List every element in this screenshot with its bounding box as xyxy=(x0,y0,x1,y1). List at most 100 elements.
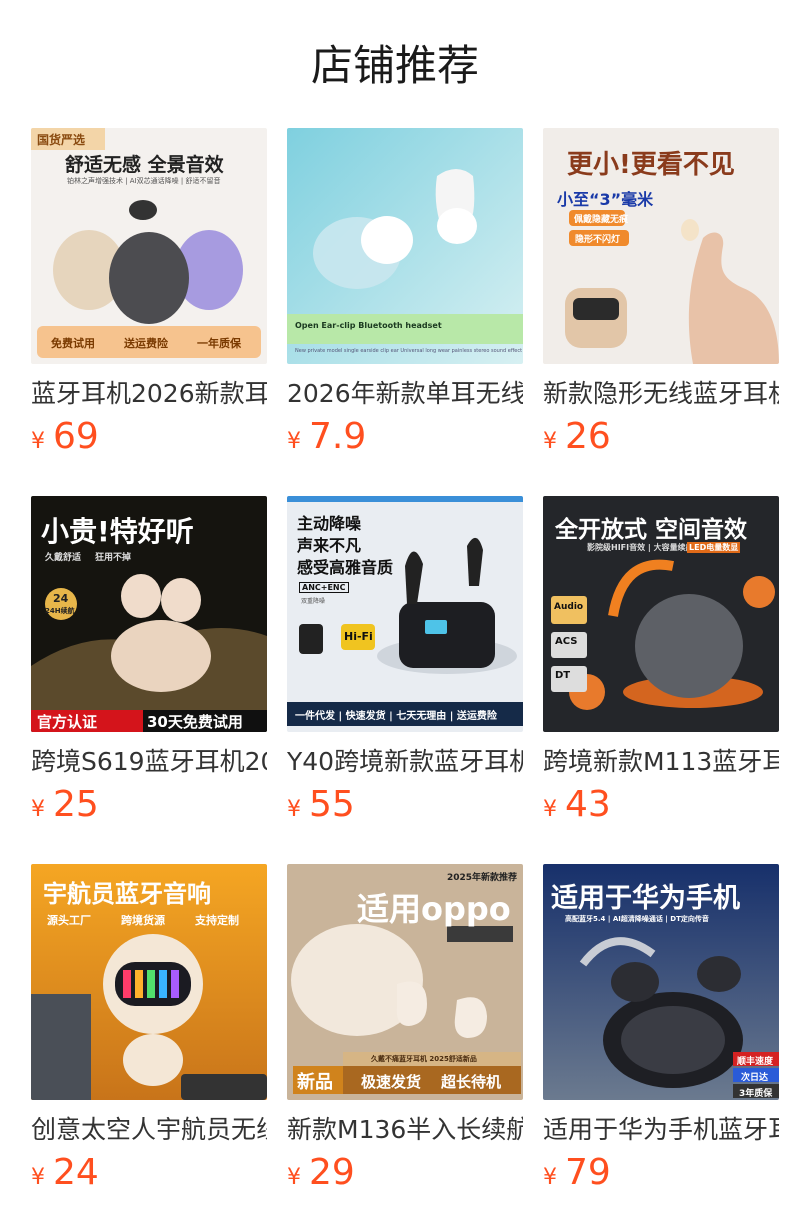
currency-symbol: ¥ xyxy=(31,429,45,454)
image-tag: 支持定制 xyxy=(195,914,239,927)
price-value: 25 xyxy=(53,784,99,825)
product-name[interactable]: 新款隐形无线蓝牙耳机迷你 xyxy=(543,374,779,414)
product-image[interactable]: 更小!更看不见 小至“3”毫米 佩戴隐藏无痕 隐形不闪灯 xyxy=(543,128,779,364)
currency-symbol: ¥ xyxy=(31,1165,45,1190)
image-caption: Open Ear-clip Bluetooth headset xyxy=(295,321,442,330)
currency-symbol: ¥ xyxy=(543,797,557,822)
product-card[interactable]: 宇航员蓝牙音响 源头工厂 跨境货源 支持定制 创意太空人宇航员无线蓝牙音响 ¥2… xyxy=(31,864,267,1193)
image-headline: 小贵!特好听 xyxy=(41,515,194,548)
currency-symbol: ¥ xyxy=(287,429,301,454)
image-tag: 30天免费试用 xyxy=(147,713,243,731)
product-name[interactable]: 跨境S619蓝牙耳机2026新款 xyxy=(31,742,267,782)
image-tag: 免费试用 xyxy=(51,337,95,350)
image-service-bar: 一件代发 | 快速发货 | 七天无理由 | 送运费险 xyxy=(295,711,497,722)
product-image[interactable]: 主动降噪 声来不凡 感受高雅音质 ANC+ENC 双重降噪 Hi-Fi 一件代发… xyxy=(287,496,523,732)
product-price: ¥25 xyxy=(31,782,99,828)
product-price: ¥24 xyxy=(31,1150,99,1196)
image-feature: 狂用不掉 xyxy=(95,553,132,563)
price-value: 24 xyxy=(53,1152,99,1193)
image-headline: 宇航员蓝牙音响 xyxy=(43,880,211,908)
product-image[interactable]: 国货严选 舒适无感 全景音效 铂林之声增强技术 | AI双芯通话降噪 | 舒适不… xyxy=(31,128,267,364)
currency-symbol: ¥ xyxy=(287,797,301,822)
product-price: ¥7.9 xyxy=(287,414,366,460)
product-card[interactable]: 国货严选 舒适无感 全景音效 铂林之声增强技术 | AI双芯通话降噪 | 舒适不… xyxy=(31,128,267,457)
product-image[interactable]: 小贵!特好听 久戴舒适 狂用不掉 24 24H续航 官方认证 30天免费试用 xyxy=(31,496,267,732)
image-subline: 高配蓝牙5.4 | AI超清降噪通话 | DT定向传音 xyxy=(565,915,709,923)
price-value: 7.9 xyxy=(309,416,367,457)
image-headline: 声来不凡 xyxy=(297,536,362,555)
page-title: 店铺推荐 xyxy=(310,41,479,90)
image-headline: 舒适无感 全景音效 xyxy=(65,154,224,176)
product-card[interactable]: Open Ear-clip Bluetooth headset New priv… xyxy=(287,128,523,457)
image-badge: 24H续航 xyxy=(45,607,75,615)
product-price: ¥29 xyxy=(287,1150,355,1196)
image-subline: 影院级HIFI音效 | 大容量续航 xyxy=(587,543,694,552)
image-tag: 极速发货 xyxy=(361,1073,422,1091)
product-card[interactable]: 小贵!特好听 久戴舒适 狂用不掉 24 24H续航 官方认证 30天免费试用 跨… xyxy=(31,496,267,825)
image-subline: 小至“3”毫米 xyxy=(557,190,654,209)
price-value: 43 xyxy=(565,784,611,825)
price-value: 26 xyxy=(565,416,611,457)
image-headline: 适用oppo xyxy=(357,890,511,928)
image-tag: 新品 xyxy=(297,1072,333,1093)
product-name[interactable]: 新款M136半入长续航蓝牙耳机 xyxy=(287,1110,523,1150)
image-icon-label: Audio xyxy=(554,602,584,612)
product-name[interactable]: 蓝牙耳机2026新款耳夹式 xyxy=(31,374,267,414)
product-card[interactable]: 全开放式 空间音效 影院级HIFI音效 | 大容量续航 LED电量数显 Audi… xyxy=(543,496,779,825)
currency-symbol: ¥ xyxy=(543,429,557,454)
image-tag: 隐形不闪灯 xyxy=(575,235,621,245)
image-badge: 2025年新款推荐 xyxy=(447,873,518,883)
image-headline: 主动降噪 xyxy=(297,514,362,533)
image-badge: LED电量数显 xyxy=(687,542,741,553)
product-card[interactable]: 适用于华为手机 高配蓝牙5.4 | AI超清降噪通话 | DT定向传音 顺丰速度… xyxy=(543,864,779,1193)
product-price: ¥69 xyxy=(31,414,99,460)
product-name[interactable]: Y40跨境新款蓝牙耳机主动降噪 xyxy=(287,742,523,782)
price-value: 79 xyxy=(565,1152,611,1193)
product-card[interactable]: 2025年新款推荐 适用oppo 久戴不痛蓝牙耳机 2025舒适新品 新品 极速… xyxy=(287,864,523,1193)
product-image[interactable]: 宇航员蓝牙音响 源头工厂 跨境货源 支持定制 xyxy=(31,864,267,1100)
image-tag: 送运费险 xyxy=(124,337,168,350)
image-headline: 感受高雅音质 xyxy=(297,558,394,577)
image-tag: 一年质保 xyxy=(197,337,241,350)
product-name[interactable]: 跨境新款M113蓝牙耳机挂耳式 xyxy=(543,742,779,782)
price-value: 55 xyxy=(309,784,355,825)
product-name[interactable]: 适用于华为手机蓝牙耳机挂耳 xyxy=(543,1110,779,1150)
image-badge: 国货严选 xyxy=(37,133,86,147)
product-image[interactable]: 适用于华为手机 高配蓝牙5.4 | AI超清降噪通话 | DT定向传音 顺丰速度… xyxy=(543,864,779,1100)
product-image[interactable]: 2025年新款推荐 适用oppo 久戴不痛蓝牙耳机 2025舒适新品 新品 极速… xyxy=(287,864,523,1100)
image-headline: 更小!更看不见 xyxy=(567,150,735,180)
price-value: 29 xyxy=(309,1152,355,1193)
currency-symbol: ¥ xyxy=(287,1165,301,1190)
image-tag: 跨境货源 xyxy=(121,914,165,927)
image-feature: 双重降噪 xyxy=(301,598,326,605)
image-headline: 全开放式 空间音效 xyxy=(555,517,748,543)
product-price: ¥26 xyxy=(543,414,611,460)
image-icon-label: DT xyxy=(555,670,571,681)
product-image[interactable]: 全开放式 空间音效 影院级HIFI音效 | 大容量续航 LED电量数显 Audi… xyxy=(543,496,779,732)
product-name[interactable]: 2026年新款单耳无线耳夹式 xyxy=(287,374,523,414)
image-tag: 官方认证 xyxy=(37,713,98,731)
image-footnote: New private model single earside clip ea… xyxy=(295,348,523,354)
image-badge: 24 xyxy=(53,592,69,605)
product-name[interactable]: 创意太空人宇航员无线蓝牙音响 xyxy=(31,1110,267,1150)
product-card[interactable]: 主动降噪 声来不凡 感受高雅音质 ANC+ENC 双重降噪 Hi-Fi 一件代发… xyxy=(287,496,523,825)
image-tag: 佩戴隐藏无痕 xyxy=(574,215,629,225)
image-tag: 源头工厂 xyxy=(47,914,91,927)
product-price: ¥55 xyxy=(287,782,355,828)
product-price: ¥43 xyxy=(543,782,611,828)
image-icon-label: ACS xyxy=(555,636,578,647)
image-badge: Hi-Fi xyxy=(344,630,373,643)
image-feature: 久戴舒适 xyxy=(45,553,82,563)
image-headline: 适用于华为手机 xyxy=(551,883,740,914)
product-image[interactable]: Open Ear-clip Bluetooth headset New priv… xyxy=(287,128,523,364)
image-tag: 超长待机 xyxy=(441,1073,502,1091)
product-price: ¥79 xyxy=(543,1150,611,1196)
product-card[interactable]: 更小!更看不见 小至“3”毫米 佩戴隐藏无痕 隐形不闪灯 新款隐形无线蓝牙耳机迷… xyxy=(543,128,779,457)
image-tag: 3年质保 xyxy=(739,1089,773,1099)
image-tag: 次日达 xyxy=(741,1073,769,1083)
currency-symbol: ¥ xyxy=(543,1165,557,1190)
image-badge: ANC+ENC xyxy=(299,582,349,593)
price-value: 69 xyxy=(53,416,99,457)
image-banner: 久戴不痛蓝牙耳机 2025舒适新品 xyxy=(371,1055,477,1063)
image-subline: 铂林之声增强技术 | AI双芯通话降噪 | 舒适不留音 xyxy=(67,177,221,185)
